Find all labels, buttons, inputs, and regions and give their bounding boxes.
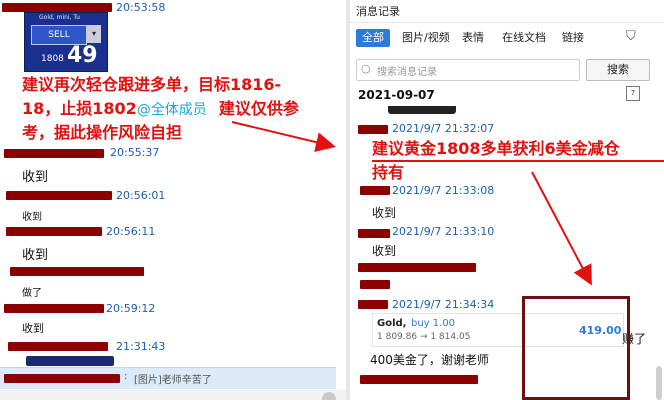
arrow-to-profit: [531, 171, 592, 286]
arrow-to-history: [231, 121, 336, 152]
annotation-arrows: [231, 121, 592, 286]
